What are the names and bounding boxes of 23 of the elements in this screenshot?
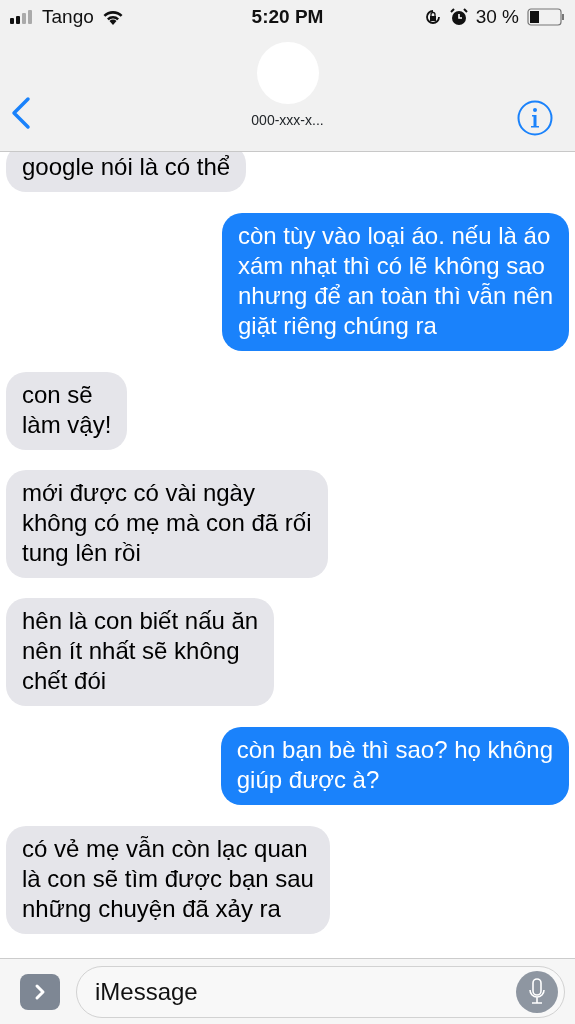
carrier-name: Tango	[42, 4, 94, 29]
info-button[interactable]	[517, 100, 553, 136]
back-button[interactable]	[10, 96, 32, 130]
chevron-right-icon	[33, 982, 47, 1001]
signal-icon	[10, 10, 34, 24]
contact-name[interactable]: 000-xxx-x...	[251, 110, 324, 131]
message-bubble: còn tùy vào loại áo. nếu là áo xám nhạt thì có lẽ không sao nhưng để an toàn thì vẫn nên giặt riêng chúng ra	[222, 213, 569, 351]
microphone-button[interactable]	[516, 970, 558, 1013]
message-bubble: hên là con biết nấu ăn nên ít nhất sẽ không chết đói	[6, 598, 275, 706]
microphone-icon	[528, 977, 546, 1006]
message-bubble: có vẻ mẹ vẫn còn lạc quan là con sẽ tìm được bạn sau những chuyện đã xảy ra	[6, 826, 330, 934]
wifi-icon	[101, 9, 124, 25]
message-bubble: google nói là có thể	[6, 152, 247, 192]
status-time: 5:20 PM	[251, 4, 324, 29]
message-bubble: con sẽ làm vậy!	[6, 372, 128, 450]
message-field[interactable]: iMessage	[76, 965, 565, 1018]
message-bubble: mới được có vài ngày không có mẹ mà con đã rối tung lên rồi	[6, 470, 328, 578]
apps-button[interactable]	[20, 973, 60, 1010]
battery-icon	[527, 8, 565, 26]
battery-percent: 30 %	[475, 4, 519, 29]
alarm-clock-icon	[449, 8, 468, 26]
rotation-lock-icon	[423, 8, 442, 26]
message-bubble: còn bạn bè thì sao? họ không giúp được à?	[220, 727, 569, 805]
